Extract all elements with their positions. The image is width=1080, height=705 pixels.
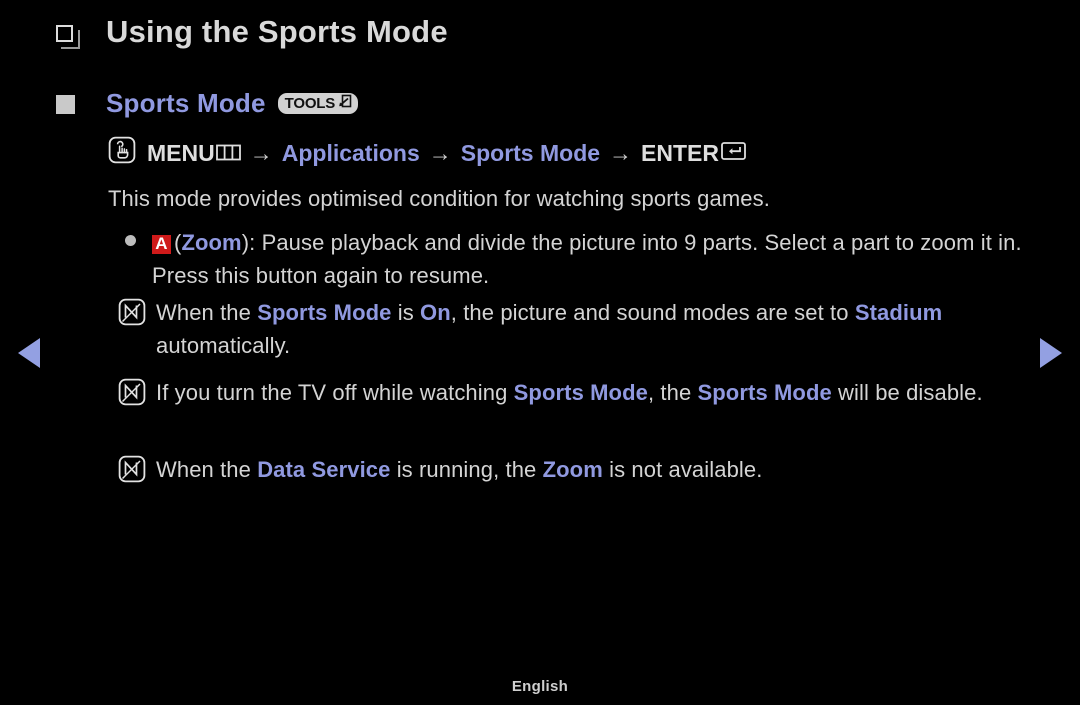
note-icon xyxy=(108,376,156,406)
list-item-text: If you turn the TV off while watching Sp… xyxy=(156,376,983,409)
text-segment: will be disable. xyxy=(831,380,983,405)
text-segment: If you turn the TV off while watching xyxy=(156,380,514,405)
menu-path-line: MENU → Applications → Sports Mode → ENTE… xyxy=(108,136,746,170)
list-item: When the Sports Mode is On, the picture … xyxy=(108,296,1028,362)
list-item: When the Data Service is running, the Zo… xyxy=(108,453,1038,486)
page-title-row: Using the Sports Mode xyxy=(56,14,448,49)
mode-description: This mode provides optimised condition f… xyxy=(108,186,770,211)
next-page-arrow[interactable] xyxy=(1040,338,1062,368)
text-segment-highlight: Sports Mode xyxy=(513,380,648,405)
section-heading-row: Sports Mode TOOLS xyxy=(56,88,359,118)
filled-square-bullet-icon xyxy=(56,95,75,114)
text-segment: is xyxy=(391,300,421,325)
text-segment: automatically. xyxy=(156,333,291,358)
text-segment-highlight: Zoom xyxy=(181,230,242,255)
page-title: Using the Sports Mode xyxy=(106,14,448,49)
note-icon xyxy=(108,296,156,326)
enter-return-icon xyxy=(721,140,746,167)
text-segment: When the xyxy=(156,457,258,482)
tools-badge-label: TOOLS xyxy=(284,94,336,112)
text-segment-highlight: Zoom xyxy=(542,457,603,482)
text-segment: is running, the xyxy=(390,457,543,482)
text-segment: , the xyxy=(647,380,698,405)
section-heading: Sports Mode xyxy=(106,88,266,118)
menu-label: MENU xyxy=(147,139,215,166)
list-item: A (Zoom): Pause playback and divide the p… xyxy=(108,226,1028,292)
enter-label: ENTER xyxy=(641,139,719,166)
text-segment-highlight: Stadium xyxy=(854,300,943,325)
text-segment: When the xyxy=(156,300,258,325)
list-item: If you turn the TV off while watching Sp… xyxy=(108,376,1038,409)
hand-press-icon xyxy=(108,136,136,170)
text-segment-highlight: On xyxy=(420,300,451,325)
text-segment: is not available. xyxy=(602,457,763,482)
path-separator-3: → xyxy=(609,139,633,166)
path-separator-2: → xyxy=(428,139,452,166)
list-item-text: A (Zoom): Pause playback and divide the p… xyxy=(152,226,1028,292)
hollow-square-bullet-icon xyxy=(56,25,80,49)
note-icon xyxy=(108,453,156,483)
manual-page: Using the Sports Mode Sports Mode TOOLS xyxy=(0,0,1080,705)
text-segment-highlight: Data Service xyxy=(257,457,391,482)
text-segment-highlight: Sports Mode xyxy=(697,380,832,405)
text-segment: , the picture and sound modes are set to xyxy=(450,300,855,325)
path-separator-1: → xyxy=(249,139,273,166)
red-a-button-badge: A xyxy=(152,235,171,254)
tools-badge[interactable]: TOOLS xyxy=(277,92,359,114)
menu-bars-icon xyxy=(215,140,241,167)
list-item-text: When the Data Service is running, the Zo… xyxy=(156,453,762,486)
list-item-text: When the Sports Mode is On, the picture … xyxy=(156,296,1028,362)
previous-page-arrow[interactable] xyxy=(18,338,40,368)
text-segment-highlight: Sports Mode xyxy=(257,300,392,325)
path-step-sports-mode[interactable]: Sports Mode xyxy=(461,140,600,167)
enter-box-icon xyxy=(337,94,352,112)
path-step-applications[interactable]: Applications xyxy=(282,140,420,167)
footer-language-label: English xyxy=(511,678,569,695)
dot-bullet-icon xyxy=(108,226,152,246)
text-segment: ): Pause playback and divide the picture… xyxy=(152,230,1022,288)
